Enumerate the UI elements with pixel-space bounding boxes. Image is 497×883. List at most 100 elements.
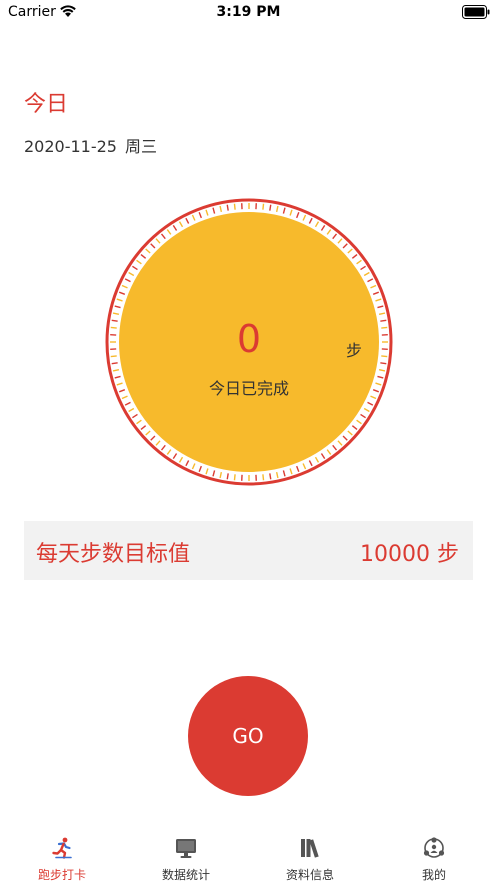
tab-label: 跑步打卡 bbox=[37, 868, 86, 882]
dial-tick bbox=[363, 407, 370, 413]
dial-tick bbox=[262, 474, 265, 481]
dial-tick bbox=[116, 298, 123, 302]
dial-tick bbox=[191, 463, 196, 470]
dial-tick bbox=[356, 259, 362, 265]
dial-tick bbox=[226, 204, 229, 211]
dial-tick bbox=[172, 225, 178, 231]
dial-tick bbox=[308, 217, 313, 224]
dial-tick bbox=[375, 298, 382, 302]
dial-tick bbox=[155, 238, 161, 244]
dial-tick bbox=[289, 209, 293, 216]
dial-tick bbox=[275, 471, 279, 479]
people-network-icon bbox=[423, 837, 445, 858]
dial-tick bbox=[326, 449, 332, 455]
dial-tick bbox=[367, 401, 374, 406]
monitor-icon bbox=[176, 839, 196, 858]
dial-tick bbox=[140, 425, 147, 431]
goal-value: 10000 步 bbox=[360, 542, 459, 567]
dial-tick bbox=[351, 253, 358, 259]
dial-tick bbox=[198, 465, 202, 473]
dial-tick bbox=[114, 305, 121, 309]
dial-tick bbox=[118, 291, 126, 295]
dial-tick bbox=[262, 203, 265, 210]
dial-tick bbox=[351, 425, 358, 431]
step-dial: 0 步 今日已完成 bbox=[104, 197, 394, 487]
tab-mine[interactable]: 我的 bbox=[372, 828, 496, 883]
dial-tick bbox=[233, 474, 236, 481]
dial-tick bbox=[347, 248, 353, 254]
dial-tick bbox=[212, 207, 216, 214]
dial-tick bbox=[326, 229, 332, 235]
dial-tick bbox=[111, 362, 118, 365]
dial-tick bbox=[205, 209, 209, 216]
dial-tick bbox=[136, 259, 142, 265]
dial-tick bbox=[128, 407, 135, 413]
dial-tick bbox=[160, 444, 166, 451]
runner-icon bbox=[52, 837, 72, 859]
daily-goal-row[interactable]: 每天步数目标值 10000 步 bbox=[24, 521, 473, 580]
tab-label: 资料信息 bbox=[285, 868, 334, 882]
weekday-text: 周三 bbox=[124, 137, 157, 156]
dial-tick bbox=[320, 225, 326, 231]
dial-tick bbox=[166, 449, 172, 455]
dial-tick bbox=[320, 453, 326, 459]
dial-tick bbox=[380, 362, 387, 365]
tab-label: 数据统计 bbox=[161, 868, 210, 882]
dial-tick bbox=[314, 456, 320, 463]
dial-tick bbox=[342, 243, 348, 249]
dial-tick bbox=[145, 248, 151, 254]
dial-tick bbox=[363, 271, 370, 277]
page-title: 今日 bbox=[24, 92, 69, 117]
dial-tick bbox=[360, 265, 366, 271]
tab-running-checkin[interactable]: 跑步打卡 bbox=[0, 828, 124, 883]
dial-tick bbox=[191, 214, 196, 221]
dial-tick bbox=[337, 440, 343, 446]
dial-tick bbox=[205, 468, 209, 475]
dial-tick bbox=[342, 435, 348, 441]
dial-tick bbox=[219, 471, 223, 479]
dial-tick bbox=[140, 253, 147, 259]
dial-tick bbox=[155, 440, 161, 446]
dial-tick bbox=[360, 413, 366, 419]
steps-unit: 步 bbox=[346, 341, 363, 360]
dial-tick bbox=[302, 463, 307, 470]
date-text: 2020-11-25 bbox=[24, 137, 117, 156]
completed-label: 今日已完成 bbox=[208, 379, 289, 398]
dial-tick bbox=[296, 465, 300, 473]
dial-tick bbox=[178, 221, 184, 228]
dial-tick bbox=[112, 312, 120, 316]
dial-tick bbox=[150, 243, 156, 249]
books-icon bbox=[301, 839, 319, 858]
dial-tick bbox=[166, 229, 172, 235]
dial-tick bbox=[178, 456, 184, 463]
battery-icon bbox=[462, 5, 490, 19]
dial-tick bbox=[219, 205, 223, 213]
dial-tick bbox=[370, 284, 377, 289]
dial-tick bbox=[302, 214, 307, 221]
tab-statistics[interactable]: 数据统计 bbox=[124, 828, 248, 883]
dial-tick bbox=[212, 470, 216, 477]
dial-tick bbox=[124, 401, 131, 406]
dial-tick bbox=[377, 305, 384, 309]
dial-tick bbox=[282, 470, 286, 477]
dial-tick bbox=[124, 278, 131, 283]
dial-tick bbox=[112, 368, 120, 372]
tab-bar: 跑步打卡 数据统计 资料信息 我的 bbox=[0, 828, 497, 883]
goal-label: 每天步数目标值 bbox=[36, 542, 191, 567]
dial-tick bbox=[372, 291, 380, 295]
go-button[interactable]: GO bbox=[188, 676, 308, 796]
dial-tick bbox=[132, 265, 138, 271]
dial-tick bbox=[367, 278, 374, 283]
dial-tick bbox=[332, 444, 338, 451]
dial-tick bbox=[347, 430, 353, 436]
tab-resources[interactable]: 资料信息 bbox=[248, 828, 372, 883]
dial-tick bbox=[289, 468, 293, 475]
dial-tick bbox=[282, 207, 286, 214]
dial-tick bbox=[378, 312, 386, 316]
dial-tick bbox=[160, 233, 166, 240]
dial-tick bbox=[121, 284, 128, 289]
dial-tick bbox=[378, 368, 386, 372]
dial-tick bbox=[132, 413, 138, 419]
dial-tick bbox=[314, 221, 320, 228]
dial-tick bbox=[337, 238, 343, 244]
